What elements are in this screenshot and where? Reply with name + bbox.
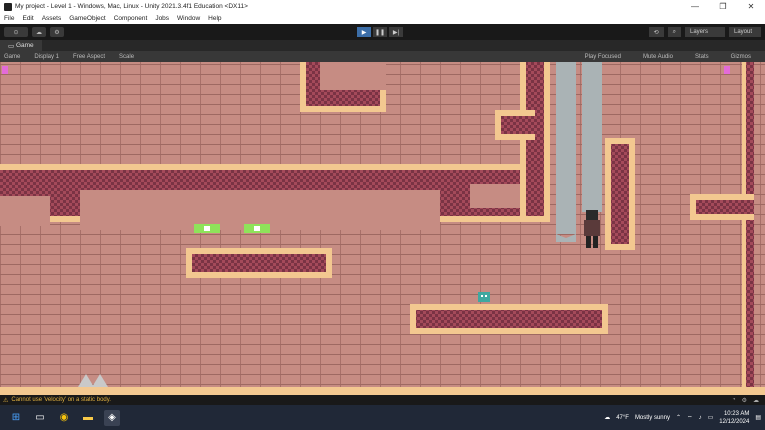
menu-window[interactable]: Window (177, 15, 200, 22)
clock-time: 10:23 AM (723, 410, 750, 417)
spike-hazard (78, 374, 108, 387)
level-scene (0, 62, 765, 395)
title-bar: My project - Level 1 - Windows, Mac, Lin… (0, 0, 765, 13)
task-view-icon[interactable]: ▭ (32, 410, 48, 426)
wall-right-column (605, 138, 635, 250)
gem-collectible-1 (194, 224, 220, 233)
chrome-icon[interactable]: ◉ (56, 410, 72, 426)
unity-taskbar-icon[interactable]: ◈ (104, 409, 120, 426)
player-character (584, 210, 600, 248)
weather-icon[interactable]: ☁ (604, 414, 610, 421)
clock-date: 12/12/2024 (719, 418, 750, 425)
system-tray: ☁ 47°F Mostly sunny ⌃ ⌔ ♪ ▭ 10:23 AM 12/… (604, 410, 761, 426)
cloud-status-icon[interactable]: ☁ (753, 397, 759, 404)
chevron-up-icon[interactable]: ⌃ (676, 414, 681, 421)
game-viewport[interactable] (0, 62, 765, 395)
console-status-bar[interactable]: ⚠ Cannot use 'velocity' on a static body… (0, 395, 765, 405)
menu-component[interactable]: Component (114, 15, 148, 22)
pause-button[interactable]: ❚❚ (373, 27, 387, 37)
menu-help[interactable]: Help (208, 15, 221, 22)
windows-taskbar: ⊞ ▭ ◉ ▬ ◈ ☁ 47°F Mostly sunny ⌃ ⌔ ♪ ▭ 10… (0, 405, 765, 430)
unity-icon (4, 2, 12, 11)
gem-collectible-2 (244, 224, 270, 233)
clock[interactable]: 10:23 AM 12/12/2024 (719, 410, 749, 426)
menu-edit[interactable]: Edit (22, 15, 33, 22)
battery-icon[interactable]: ▭ (708, 414, 714, 421)
platform-lower-right (410, 304, 608, 334)
notifications-icon[interactable]: ◔ (732, 397, 736, 404)
enemy-blob (478, 292, 490, 302)
menu-file[interactable]: File (4, 15, 14, 22)
play-focused-dropdown[interactable]: Play Focused (585, 54, 621, 60)
platform-top-long (0, 164, 550, 230)
maximize-button[interactable]: ❐ (709, 2, 737, 11)
close-button[interactable]: ✕ (737, 2, 765, 11)
search-icon[interactable]: ⌕ (667, 27, 681, 37)
pillar-left (556, 62, 576, 242)
account-button[interactable]: ⊙ (4, 27, 28, 37)
platform-top-small (300, 62, 386, 112)
cloud-icon[interactable]: ☁ (32, 27, 46, 37)
settings-icon[interactable]: ⚙ (50, 27, 64, 37)
main-toolbar: ⊙ ☁ ⚙ ▶ ❚❚ ▶| ⟲ ⌕ Layers Layout (0, 24, 765, 40)
minimize-button[interactable]: — (681, 2, 709, 11)
menu-bar: File Edit Assets GameObject Component Jo… (0, 13, 765, 24)
game-tab-icon: ▭ (8, 42, 16, 50)
game-dropdown[interactable]: Game (4, 54, 20, 60)
notification-center-icon[interactable]: ▤ (755, 414, 761, 421)
weather-text[interactable]: Mostly sunny (635, 415, 670, 421)
layers-dropdown[interactable]: Layers (685, 27, 725, 37)
network-icon[interactable]: ⌔ (687, 414, 693, 422)
scale-slider[interactable]: Scale (119, 54, 134, 60)
pillar-right (582, 62, 602, 212)
weather-temp[interactable]: 47°F (616, 415, 629, 421)
game-tab-bar: ▭ Game (0, 40, 765, 51)
tab-game-label: Game (15, 42, 34, 49)
display-dropdown[interactable]: Display 1 (34, 54, 59, 60)
console-message[interactable]: Cannot use 'velocity' on a static body. (11, 397, 111, 403)
layout-dropdown[interactable]: Layout (729, 27, 761, 37)
wall-far-right (690, 62, 754, 395)
windows-start-icon[interactable]: ⊞ (8, 410, 24, 426)
aspect-dropdown[interactable]: Free Aspect (73, 54, 105, 60)
file-explorer-icon[interactable]: ▬ (80, 410, 96, 426)
warning-icon: ⚠ (3, 397, 9, 404)
play-button[interactable]: ▶ (357, 27, 371, 37)
corner-marker-right (724, 66, 730, 74)
window-title: My project - Level 1 - Windows, Mac, Lin… (15, 3, 248, 10)
tab-game[interactable]: ▭ Game (0, 40, 42, 51)
mute-audio-toggle[interactable]: Mute Audio (643, 54, 673, 60)
volume-icon[interactable]: ♪ (699, 415, 702, 421)
stats-toggle[interactable]: Stats (695, 54, 709, 60)
corner-marker-left (2, 66, 8, 74)
gizmos-dropdown[interactable]: Gizmos (731, 54, 751, 60)
menu-gameobject[interactable]: GameObject (69, 15, 106, 22)
game-view-toolbar: Game Display 1 Free Aspect Scale Play Fo… (0, 51, 765, 62)
history-icon[interactable]: ⟲ (648, 27, 664, 37)
platform-middle (186, 248, 332, 278)
menu-assets[interactable]: Assets (42, 15, 62, 22)
menu-jobs[interactable]: Jobs (155, 15, 169, 22)
step-button[interactable]: ▶| (389, 27, 403, 37)
debug-icon[interactable]: ⚙ (742, 397, 747, 404)
floor (0, 387, 765, 395)
